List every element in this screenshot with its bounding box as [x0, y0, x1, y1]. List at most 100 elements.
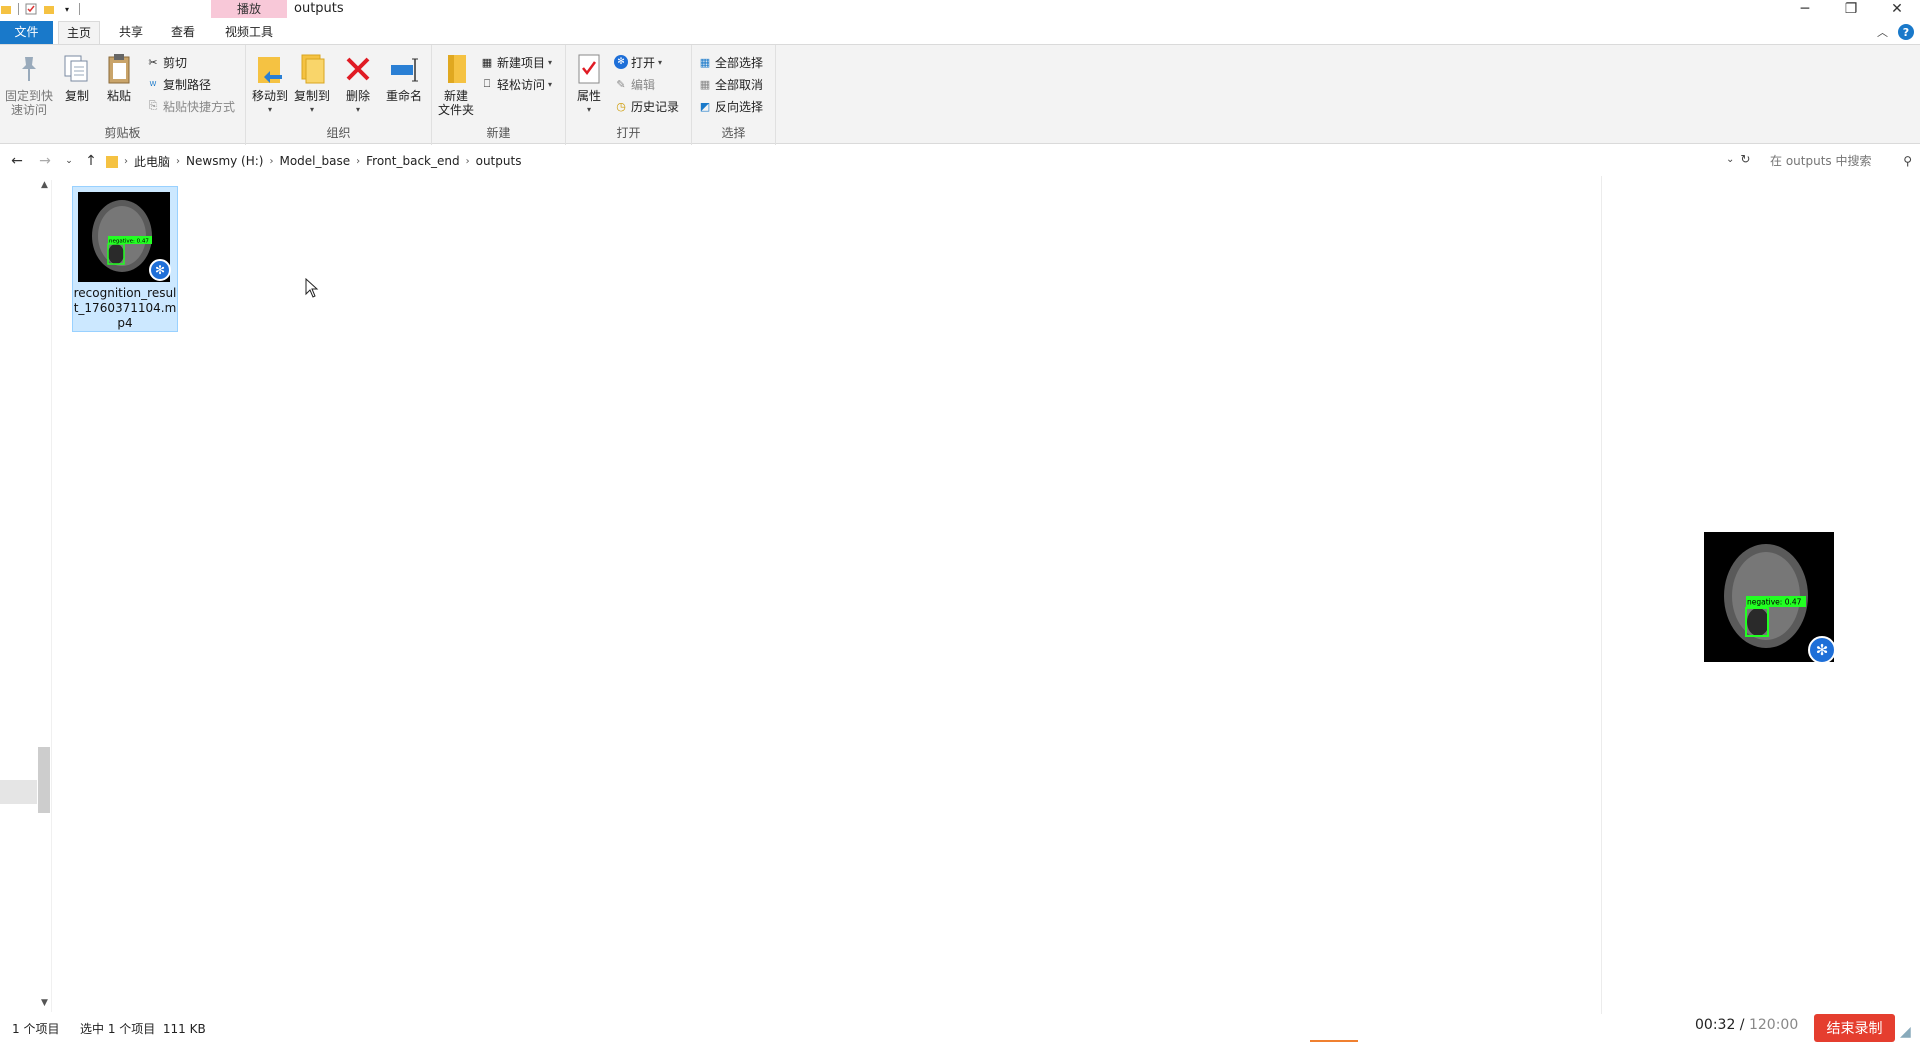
- tab-share[interactable]: 共享: [110, 21, 152, 44]
- pin-icon: [13, 53, 45, 85]
- recording-total: 120:00: [1748, 1017, 1799, 1033]
- paste-button[interactable]: 粘贴: [102, 53, 136, 103]
- tab-home[interactable]: 主页: [58, 21, 100, 44]
- new-folder-icon[interactable]: [43, 3, 55, 15]
- breadcrumb-front-back-end[interactable]: Front_back_end: [366, 154, 459, 168]
- back-arrow-icon[interactable]: ←: [8, 152, 26, 170]
- select-none-button[interactable]: ▦ 全部取消: [698, 75, 763, 93]
- file-list-pane: ▲ ▼ negative: 0.47 ✻ recognition_result_…: [0, 176, 1920, 1014]
- invert-selection-button[interactable]: ◩ 反向选择: [698, 97, 763, 115]
- refresh-icon[interactable]: ↻: [1740, 152, 1750, 166]
- search-box[interactable]: ⚲: [1766, 151, 1916, 171]
- recording-timer: 00:32 / 120:00: [1695, 1017, 1799, 1033]
- recent-locations-chevron-icon[interactable]: ⌄: [60, 152, 78, 170]
- up-arrow-icon[interactable]: ↑: [82, 152, 100, 170]
- cut-button[interactable]: ✂ 剪切: [146, 53, 187, 71]
- detection-label: negative: 0.47: [109, 239, 149, 245]
- scrollbar-thumb[interactable]: [38, 747, 50, 813]
- paste-icon: [103, 53, 135, 85]
- forward-arrow-icon[interactable]: →: [36, 152, 54, 170]
- ribbon-tabs: 文件 主页 共享 查看 视频工具 ︿ ?: [0, 21, 1920, 44]
- breadcrumb-outputs[interactable]: outputs: [476, 154, 522, 168]
- scroll-up-icon[interactable]: ▲: [37, 180, 52, 194]
- easy-access-button[interactable]: ⎕ 轻松访问 ▾: [480, 75, 552, 93]
- scroll-down-icon[interactable]: ▼: [37, 998, 52, 1012]
- vertical-scrollbar[interactable]: ▲ ▼: [37, 180, 52, 1012]
- recording-elapsed: 00:32: [1695, 1017, 1736, 1033]
- copy-to-icon: [296, 53, 328, 85]
- navigation-bar: ← → ⌄ ↑ › 此电脑 › Newsmy (H:) › Model_base…: [0, 148, 1920, 174]
- breadcrumb-model-base[interactable]: Model_base: [279, 154, 350, 168]
- breadcrumb-this-pc[interactable]: 此电脑: [134, 153, 170, 170]
- rename-button[interactable]: 重命名: [382, 53, 426, 103]
- paste-shortcut-icon: ⎘: [148, 99, 158, 112]
- navigation-pane-edge: [0, 780, 37, 804]
- resize-grip-icon[interactable]: ◢: [1900, 1024, 1911, 1040]
- open-group: 属性 ▾ ✻ 打开 ▾ ✎ 编辑 ◷ 历史记录 打开: [566, 45, 692, 145]
- media-player-icon: ✻: [614, 55, 628, 69]
- new-item-icon: ▦: [481, 55, 493, 69]
- move-to-button[interactable]: 移动到 ▾: [250, 53, 290, 117]
- paste-shortcut-button[interactable]: ⎘ 粘贴快捷方式: [146, 97, 235, 115]
- easy-access-icon: ⎕: [483, 77, 491, 90]
- selection-info: 选中 1 个项目 111 KB: [80, 1022, 206, 1036]
- close-icon[interactable]: ✕: [1874, 0, 1920, 18]
- stop-recording-button[interactable]: 结束录制: [1814, 1014, 1895, 1042]
- context-tab-header: 播放: [211, 0, 287, 18]
- media-player-badge-icon: ✻: [149, 259, 171, 281]
- location-folder-icon: [106, 154, 118, 171]
- open-group-label: 打开: [616, 126, 641, 140]
- select-none-icon: ▦: [699, 77, 711, 91]
- copy-path-button[interactable]: W 复制路径: [146, 75, 211, 93]
- new-folder-icon: [440, 53, 472, 85]
- clipboard-group: 固定到快 速访问 复制 粘贴 ✂ 剪切 W 复制路径 ⎘ 粘贴快捷方式 剪贴板: [0, 45, 246, 145]
- edit-icon: ✎: [616, 77, 626, 91]
- delete-button[interactable]: 删除 ▾: [344, 53, 372, 117]
- select-all-icon: ▦: [699, 55, 711, 69]
- open-button[interactable]: ✻ 打开 ▾: [614, 53, 662, 71]
- properties-icon: [573, 53, 605, 85]
- rename-icon: [388, 53, 420, 85]
- window-title: outputs: [294, 1, 344, 16]
- scissors-icon: ✂: [148, 55, 158, 69]
- address-dropdown-chevron-icon[interactable]: ⌄: [1726, 154, 1734, 165]
- edit-button[interactable]: ✎ 编辑: [614, 75, 655, 93]
- restore-icon[interactable]: ❐: [1828, 0, 1874, 18]
- preview-pane-divider[interactable]: [1601, 176, 1602, 1014]
- file-name[interactable]: recognition_result_1760371104.mp4: [73, 286, 177, 331]
- quick-access-toolbar: ▾: [0, 1, 80, 17]
- select-group: ▦ 全部选择 ▦ 全部取消 ◩ 反向选择 选择: [692, 45, 776, 145]
- history-button[interactable]: ◷ 历史记录: [614, 97, 679, 115]
- title-bar: ▾ 播放 outputs ─ ❐ ✕: [0, 0, 1920, 18]
- tab-view[interactable]: 查看: [162, 21, 204, 44]
- minimize-icon[interactable]: ─: [1782, 0, 1828, 18]
- copy-path-icon: W: [149, 80, 157, 88]
- delete-x-icon: [342, 53, 374, 85]
- select-all-button[interactable]: ▦ 全部选择: [698, 53, 763, 71]
- new-item-button[interactable]: ▦ 新建项目 ▾: [480, 53, 552, 71]
- properties-button[interactable]: 属性 ▾: [574, 53, 604, 117]
- search-input[interactable]: [1770, 154, 1890, 168]
- pin-quick-access-button[interactable]: 固定到快 速访问: [4, 53, 54, 117]
- help-icon[interactable]: ?: [1898, 24, 1914, 40]
- properties-check-icon[interactable]: [25, 3, 37, 15]
- copy-button[interactable]: 复制: [60, 53, 94, 103]
- invert-selection-icon: ◩: [699, 99, 711, 113]
- history-icon: ◷: [616, 99, 626, 113]
- new-folder-button[interactable]: 新建 文件夹: [436, 53, 476, 117]
- copy-to-button[interactable]: 复制到 ▾: [292, 53, 332, 117]
- breadcrumb-drive[interactable]: Newsmy (H:): [186, 154, 263, 168]
- organize-group: 移动到 ▾ 复制到 ▾ 删除 ▾ 重命名 组织: [246, 45, 432, 145]
- breadcrumb: › 此电脑 › Newsmy (H:) › Model_base › Front…: [124, 153, 522, 170]
- tab-video-tools[interactable]: 视频工具: [211, 21, 287, 44]
- copy-icon: [61, 53, 93, 85]
- mouse-cursor-icon: [305, 277, 319, 301]
- new-group: 新建 文件夹 ▦ 新建项目 ▾ ⎕ 轻松访问 ▾ 新建: [432, 45, 566, 145]
- customize-toolbar-chevron-icon[interactable]: ▾: [61, 3, 73, 15]
- new-group-label: 新建: [486, 126, 511, 140]
- tab-file[interactable]: 文件: [0, 21, 53, 44]
- search-icon[interactable]: ⚲: [1903, 154, 1912, 168]
- collapse-ribbon-chevron-icon[interactable]: ︿: [1877, 24, 1888, 40]
- file-item[interactable]: negative: 0.47 ✻ recognition_result_1760…: [72, 186, 178, 332]
- preview-detection-label: negative: 0.47: [1747, 598, 1802, 607]
